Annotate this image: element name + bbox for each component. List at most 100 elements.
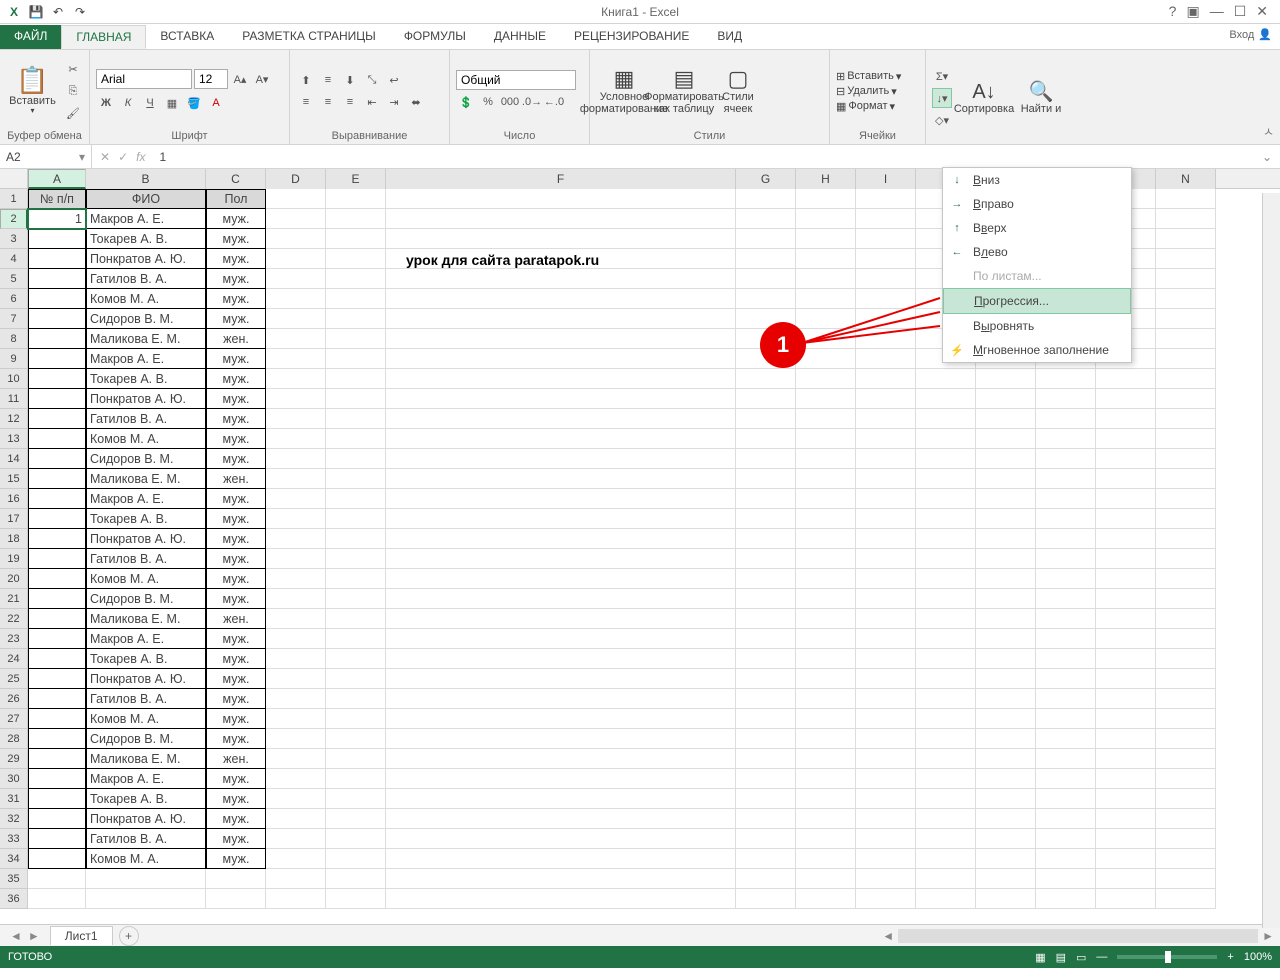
fill-icon[interactable]: ↓▾: [932, 88, 952, 108]
increase-indent-icon[interactable]: ⇥: [384, 92, 404, 112]
horizontal-scrollbar[interactable]: ◄ ►: [159, 929, 1280, 943]
cell[interactable]: [326, 349, 386, 369]
add-sheet-button[interactable]: +: [119, 926, 139, 946]
cell[interactable]: [28, 529, 86, 549]
close-icon[interactable]: ✕: [1256, 3, 1268, 20]
cell[interactable]: [386, 349, 736, 369]
cell[interactable]: муж.: [206, 729, 266, 749]
maximize-icon[interactable]: ☐: [1234, 3, 1247, 20]
cell[interactable]: [1096, 629, 1156, 649]
cell[interactable]: [28, 549, 86, 569]
cell[interactable]: Макров А. Е.: [86, 769, 206, 789]
cell[interactable]: Понкратов А. Ю.: [86, 389, 206, 409]
cell[interactable]: [1096, 369, 1156, 389]
cell[interactable]: [386, 409, 736, 429]
cell[interactable]: [976, 629, 1036, 649]
cell[interactable]: [326, 829, 386, 849]
cell[interactable]: [326, 629, 386, 649]
cell[interactable]: [386, 489, 736, 509]
row-header[interactable]: 10: [0, 369, 28, 389]
cell[interactable]: [796, 389, 856, 409]
cell[interactable]: [796, 429, 856, 449]
cell[interactable]: [916, 729, 976, 749]
cell[interactable]: [1156, 889, 1216, 909]
cell[interactable]: [796, 249, 856, 269]
align-right-icon[interactable]: ≡: [340, 92, 360, 112]
increase-decimal-icon[interactable]: .0→: [522, 92, 542, 112]
cell[interactable]: [856, 369, 916, 389]
cell[interactable]: [1156, 709, 1216, 729]
cell[interactable]: Гатилов В. А.: [86, 829, 206, 849]
cell[interactable]: [326, 689, 386, 709]
cell[interactable]: [326, 469, 386, 489]
cell[interactable]: Гатилов В. А.: [86, 409, 206, 429]
cut-icon[interactable]: ✂: [63, 59, 83, 79]
cell[interactable]: [266, 749, 326, 769]
cell[interactable]: [326, 509, 386, 529]
cell[interactable]: [736, 649, 796, 669]
sheet-tab[interactable]: Лист1: [50, 926, 113, 945]
cell[interactable]: [266, 249, 326, 269]
cell[interactable]: [856, 729, 916, 749]
sheet-prev-icon[interactable]: ◄: [10, 929, 22, 943]
tab-разметка страницы[interactable]: РАЗМЕТКА СТРАНИЦЫ: [228, 25, 390, 49]
cell[interactable]: [1096, 849, 1156, 869]
cell[interactable]: [266, 369, 326, 389]
cell[interactable]: муж.: [206, 789, 266, 809]
cell[interactable]: [386, 469, 736, 489]
cell[interactable]: [916, 529, 976, 549]
cell[interactable]: [266, 429, 326, 449]
row-header[interactable]: 7: [0, 309, 28, 329]
zoom-level[interactable]: 100%: [1244, 951, 1272, 963]
fill-menu-item[interactable]: Выровнять: [943, 314, 1131, 338]
decrease-decimal-icon[interactable]: ←.0: [544, 92, 564, 112]
number-format-select[interactable]: [456, 70, 576, 90]
row-header[interactable]: 9: [0, 349, 28, 369]
cell[interactable]: муж.: [206, 429, 266, 449]
column-header[interactable]: G: [736, 169, 796, 189]
cell[interactable]: [916, 569, 976, 589]
cell[interactable]: [736, 189, 796, 209]
cell[interactable]: [796, 209, 856, 229]
cell[interactable]: [1156, 529, 1216, 549]
column-header[interactable]: A: [28, 169, 86, 189]
row-header[interactable]: 5: [0, 269, 28, 289]
cell[interactable]: [976, 609, 1036, 629]
cell[interactable]: [736, 469, 796, 489]
cell[interactable]: муж.: [206, 709, 266, 729]
row-header[interactable]: 8: [0, 329, 28, 349]
cell[interactable]: [1096, 469, 1156, 489]
cell[interactable]: [796, 229, 856, 249]
cell[interactable]: [326, 449, 386, 469]
cell[interactable]: [976, 769, 1036, 789]
cell[interactable]: [386, 309, 736, 329]
expand-formula-icon[interactable]: ⌄: [1254, 150, 1280, 164]
cell[interactable]: [1156, 329, 1216, 349]
cell[interactable]: [1036, 629, 1096, 649]
cancel-formula-icon[interactable]: ✕: [100, 150, 110, 164]
cell[interactable]: [28, 889, 86, 909]
cell[interactable]: [28, 489, 86, 509]
cell[interactable]: [1096, 409, 1156, 429]
cell[interactable]: [1096, 749, 1156, 769]
cell[interactable]: [1096, 769, 1156, 789]
view-normal-icon[interactable]: ▦: [1035, 951, 1045, 964]
cell[interactable]: жен.: [206, 329, 266, 349]
cell[interactable]: [326, 709, 386, 729]
row-header[interactable]: 23: [0, 629, 28, 649]
cell[interactable]: [976, 689, 1036, 709]
row-header[interactable]: 36: [0, 889, 28, 909]
cell[interactable]: [1096, 429, 1156, 449]
cell[interactable]: [1156, 289, 1216, 309]
cell[interactable]: [1096, 809, 1156, 829]
cell[interactable]: [1096, 889, 1156, 909]
cell[interactable]: Токарев А. В.: [86, 229, 206, 249]
cell[interactable]: [856, 789, 916, 809]
cell[interactable]: [736, 429, 796, 449]
cell[interactable]: Гатилов В. А.: [86, 689, 206, 709]
cell[interactable]: [28, 669, 86, 689]
cell[interactable]: [326, 849, 386, 869]
cell[interactable]: [266, 229, 326, 249]
cell[interactable]: [1156, 629, 1216, 649]
align-bottom-icon[interactable]: ⬇: [340, 70, 360, 90]
